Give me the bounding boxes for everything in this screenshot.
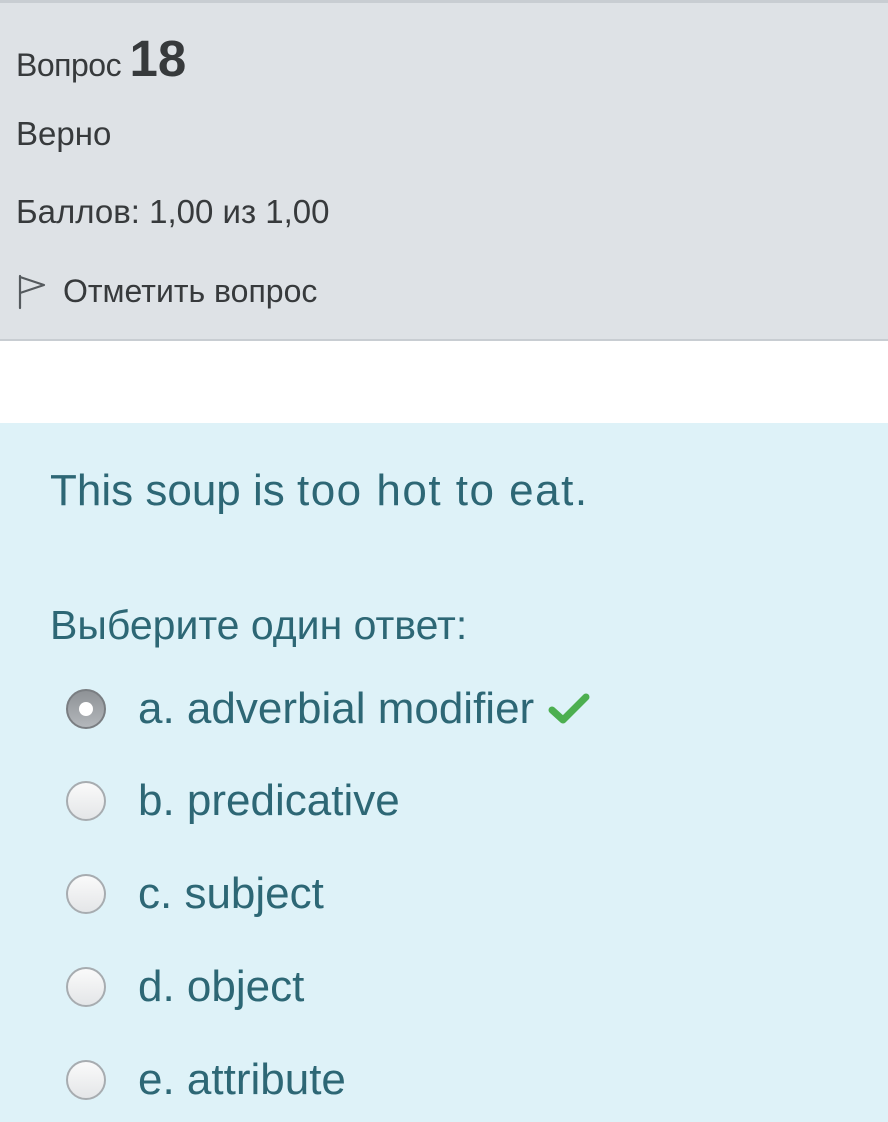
answer-option-a[interactable]: a. adverbial modifier (66, 684, 590, 734)
radio-button-d[interactable] (66, 967, 106, 1007)
question-text: This soup is too hot to eat. (50, 466, 587, 516)
answer-option-label: b. predicative (138, 776, 400, 825)
question-number-label: Вопрос (16, 47, 122, 83)
question-number-value: 18 (129, 30, 187, 87)
checkmark-icon (534, 693, 590, 725)
radio-button-a[interactable] (66, 689, 106, 729)
flag-icon (16, 274, 46, 310)
answer-option-label: a. adverbial modifier (138, 684, 535, 733)
question-text-highlight: too hot to eat (296, 466, 575, 515)
answer-option-label: e. attribute (138, 1055, 346, 1104)
question-number: Вопрос 18 (16, 29, 186, 88)
question-state: Верно (16, 115, 112, 152)
answer-option-label: d. object (138, 962, 305, 1011)
question-grade: Баллов: 1,00 из 1,00 (16, 193, 330, 230)
radio-button-b[interactable] (66, 781, 106, 821)
answer-option-b[interactable]: b. predicative (66, 776, 400, 826)
answer-option-label: c. subject (138, 869, 324, 918)
question-text-start: This soup is (50, 466, 297, 515)
question-info-panel: Вопрос 18 Верно Баллов: 1,00 из 1,00 Отм… (0, 0, 888, 341)
radio-button-c[interactable] (66, 874, 106, 914)
radio-button-e[interactable] (66, 1060, 106, 1100)
question-text-end: . (574, 466, 588, 515)
answer-option-d[interactable]: d. object (66, 962, 304, 1012)
flag-question-button[interactable]: Отметить вопрос (16, 273, 317, 310)
flag-question-label: Отметить вопрос (63, 273, 318, 309)
question-content-panel (0, 423, 888, 1122)
answer-option-c[interactable]: c. subject (66, 869, 324, 919)
radio-selected-dot (79, 702, 93, 716)
answer-option-e[interactable]: e. attribute (66, 1055, 346, 1105)
answer-prompt: Выберите один ответ: (50, 602, 468, 648)
